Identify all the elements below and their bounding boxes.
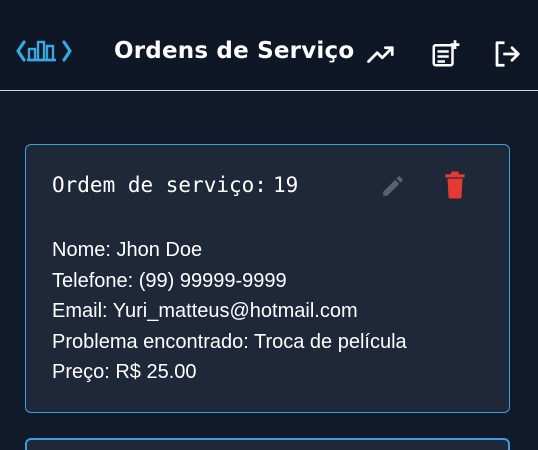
logout-icon[interactable] (492, 39, 522, 69)
order-details: Nome: Jhon Doe Telefone: (99) 99999-9999… (52, 235, 407, 388)
problem-found: Problema encontrado: Troca de película (52, 330, 407, 353)
app-header: Ordens de Serviço (0, 0, 538, 91)
app-logo-icon[interactable] (16, 36, 72, 66)
order-title: Ordem de serviço: 19 (52, 173, 298, 197)
service-price: Preço: R$ 25.00 (52, 361, 197, 383)
customer-email: Email: Yuri_matteus@hotmail.com (52, 300, 358, 322)
customer-phone: Telefone: (99) 99999-9999 (52, 269, 287, 292)
delete-icon[interactable] (442, 171, 468, 199)
order-number: 19 (272, 173, 299, 197)
service-order-card: Ordem de serviço: 19 Nome: Jhon Doe Telef… (25, 144, 510, 413)
trending-up-icon[interactable] (366, 39, 396, 69)
edit-icon[interactable] (380, 173, 406, 199)
customer-name: Nome: Jhon Doe (52, 239, 203, 261)
next-order-card (25, 438, 510, 450)
order-title-label: Ordem de serviço: (52, 173, 267, 197)
note-add-icon[interactable] (430, 39, 460, 69)
page-title: Ordens de Serviço (114, 38, 355, 64)
